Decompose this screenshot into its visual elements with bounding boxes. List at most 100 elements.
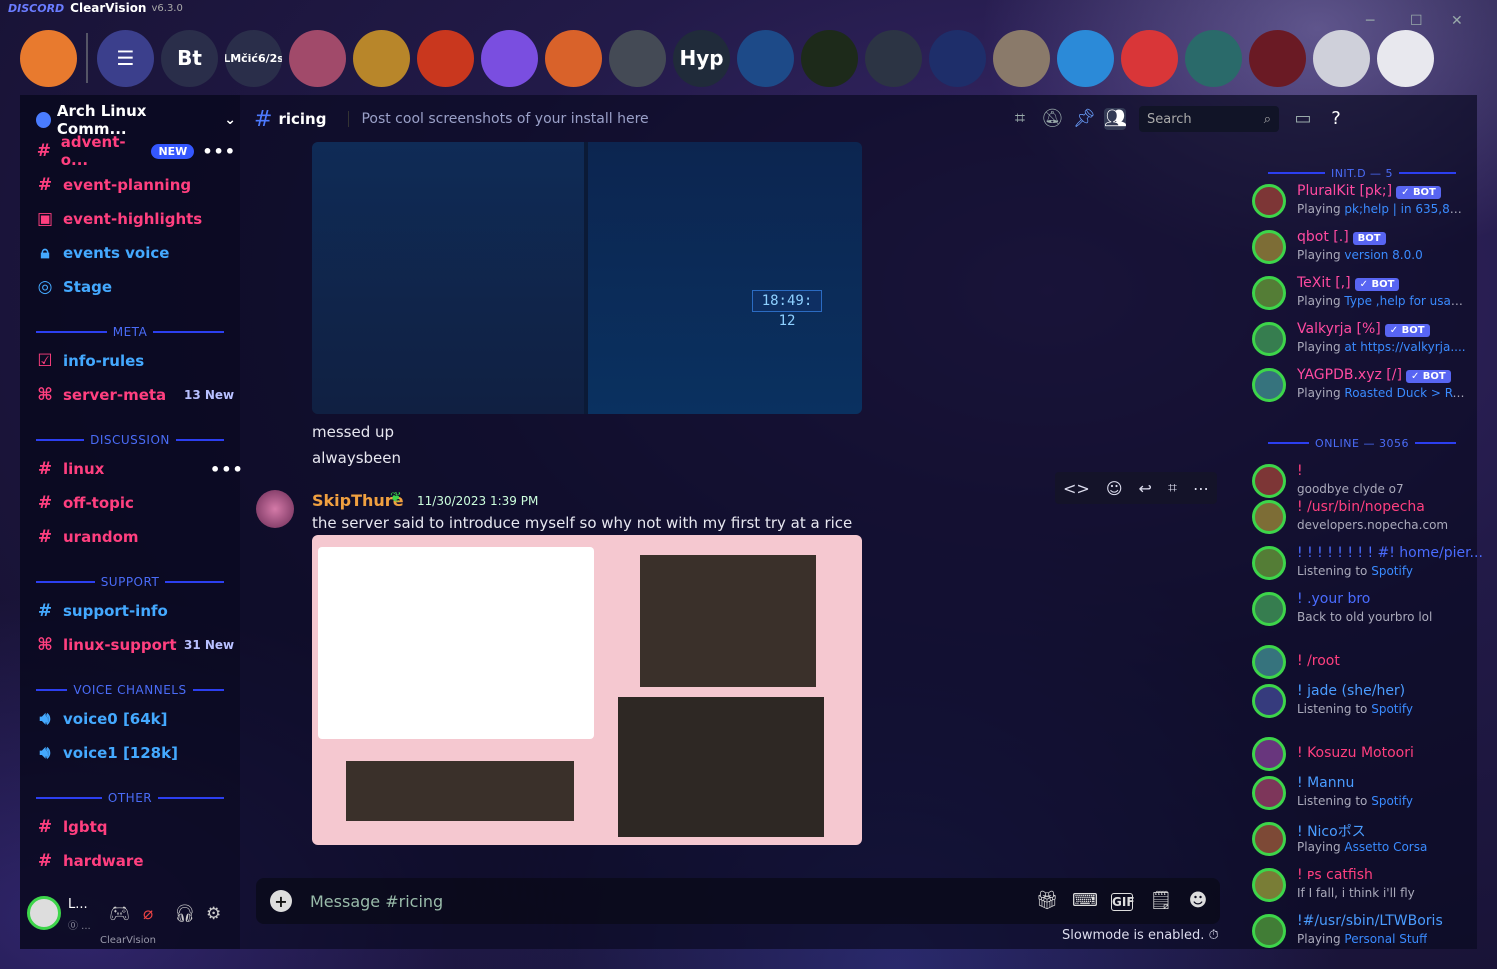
guild-server-19[interactable]	[1185, 29, 1242, 87]
channel-hardware[interactable]: # hardware	[36, 848, 236, 874]
inbox-icon[interactable]: ▭	[1292, 108, 1314, 130]
more-icon[interactable]: •••	[210, 460, 244, 479]
mute-icon[interactable]: ⌀	[143, 904, 153, 924]
gamepad-icon[interactable]: 🎮︎	[109, 904, 131, 924]
server-header[interactable]: Arch Linux Comm... ⌄	[36, 102, 236, 138]
more-icon[interactable]: ⋯	[1193, 479, 1209, 498]
thread-icon[interactable]: ⌗	[1168, 478, 1177, 498]
guild-folder[interactable]	[481, 29, 538, 87]
member-item[interactable]: ! Nicoポス Playing Assetto Corsa	[1252, 820, 1467, 860]
member-item[interactable]: ! .your bro Back to old yourbro lol	[1252, 590, 1467, 630]
member-item[interactable]: PluralKit [pk;] ✓ BOT Playing pk;help | in…	[1252, 182, 1467, 222]
code-icon[interactable]: <>	[1063, 479, 1090, 498]
member-name: ! jade (she/her)	[1297, 683, 1405, 699]
channel-event-planning[interactable]: # event-planning	[36, 172, 236, 198]
channel-off-topic[interactable]: # off-topic	[36, 490, 236, 516]
member-name: TeXit [,] ✓ BOT	[1297, 275, 1400, 291]
guild-server-1[interactable]	[20, 29, 77, 87]
category-other[interactable]: OTHER	[30, 791, 230, 805]
category-discussion[interactable]: DISCUSSION	[30, 433, 230, 447]
guild-server-9[interactable]	[545, 29, 602, 87]
member-name-text: TeXit [,]	[1297, 275, 1351, 291]
guild-server-15[interactable]	[929, 29, 986, 87]
channel-stage[interactable]: ◎ Stage	[36, 274, 236, 300]
guild-server-18[interactable]	[1121, 29, 1178, 87]
guild-server-17[interactable]	[1057, 29, 1114, 87]
guild-server-14[interactable]	[865, 29, 922, 87]
category-support[interactable]: SUPPORT	[30, 575, 230, 589]
channel-lgbtq[interactable]: # lgbtq	[36, 814, 236, 840]
message-input[interactable]	[310, 891, 910, 911]
guild-server-21[interactable]	[1313, 29, 1370, 87]
member-item[interactable]: qbot [.] BOT Playing version 8.0.0	[1252, 228, 1467, 268]
add-attachment-button[interactable]: +	[270, 890, 292, 912]
avatar[interactable]	[27, 896, 61, 930]
guild-server-22[interactable]	[1377, 29, 1434, 87]
mute-bell-icon[interactable]: 🔕︎	[1041, 108, 1064, 130]
guild-arch[interactable]	[609, 29, 666, 87]
member-name-text: qbot [.]	[1297, 229, 1349, 245]
channel-support-info[interactable]: # support-info	[36, 598, 236, 624]
gift-icon[interactable]: 🎁︎	[1035, 890, 1059, 911]
more-icon[interactable]: •••	[202, 142, 236, 161]
channel-info-rules[interactable]: ☑ info-rules	[36, 348, 236, 374]
threads-icon[interactable]: ⌗	[1009, 108, 1031, 130]
reply-icon[interactable]: ↩	[1139, 479, 1152, 498]
member-item[interactable]: ! Mannu Listening to Spotify	[1252, 774, 1467, 814]
member-item[interactable]: ! /root	[1252, 643, 1467, 683]
member-item[interactable]: ! ! ! ! ! ! ! ! #! home/pier... Listening…	[1252, 544, 1483, 584]
guild-lmcic[interactable]: LMčić6/2s	[225, 29, 282, 87]
add-reaction-icon[interactable]: ☺	[1106, 479, 1123, 498]
member-item[interactable]: TeXit [,] ✓ BOT Playing Type ,help for usa…	[1252, 274, 1467, 314]
channel-linux[interactable]: # linux •••	[36, 456, 243, 482]
member-item[interactable]: ! jade (she/her) Listening to Spotify	[1252, 682, 1467, 722]
channel-voice1[interactable]: 🔊︎ voice1 [128k]	[36, 740, 236, 766]
member-item[interactable]: ! Kosuzu Motoori	[1252, 735, 1467, 775]
members-icon[interactable]: 👥︎	[1104, 108, 1127, 130]
bot-badge: ✓ BOT	[1405, 370, 1451, 383]
guild-server-5[interactable]	[289, 29, 346, 87]
gif-button[interactable]: GIF	[1111, 893, 1135, 911]
search-box[interactable]: ⌕	[1139, 106, 1279, 132]
avatar	[1252, 776, 1286, 810]
channel-linux-support[interactable]: ⌘ linux-support 31 New	[36, 632, 236, 658]
channel-topic[interactable]: Post cool screenshots of your install he…	[348, 111, 649, 127]
channel-urandom[interactable]: # urandom	[36, 524, 236, 550]
sticker-icon[interactable]: 🗒︎	[1149, 890, 1173, 911]
gear-icon[interactable]: ⚙	[206, 904, 221, 924]
member-item[interactable]: YAGPDB.xyz [/] ✓ BOT Playing Roasted Duck …	[1252, 366, 1467, 406]
avatar[interactable]	[256, 490, 294, 528]
channel-events-voice[interactable]: 🔒︎ events voice	[36, 240, 236, 266]
guild-server-20[interactable]	[1249, 29, 1306, 87]
status-text: If I fall, i think i'll fly	[1297, 886, 1415, 900]
guild-server-12[interactable]	[737, 29, 794, 87]
category-meta[interactable]: META	[30, 325, 230, 339]
member-item[interactable]: Valkyrja [%] ✓ BOT Playing at https://valk…	[1252, 320, 1467, 360]
channel-server-meta[interactable]: ⌘ server-meta 13 New	[36, 382, 236, 408]
help-icon[interactable]: ?	[1325, 108, 1347, 130]
member-item[interactable]: ! ᴘs catfish If I fall, i think i'll fly	[1252, 866, 1467, 906]
channel-event-highlights[interactable]: ▣ event-highlights	[36, 206, 236, 232]
guild-server-7[interactable]	[417, 29, 474, 87]
member-item[interactable]: !#/usr/sbin/LTWBoris Playing Personal Stu…	[1252, 912, 1467, 952]
headphones-icon[interactable]: 🎧︎	[174, 904, 196, 924]
channel-voice0[interactable]: 🔊︎ voice0 [64k]	[36, 706, 236, 732]
guild-hypr[interactable]: Hyp	[673, 29, 730, 87]
avatar	[1252, 914, 1286, 948]
member-item[interactable]: ! /usr/bin/nopecha developers.nopecha.com	[1252, 498, 1467, 538]
emoji-icon[interactable]: ☻	[1186, 890, 1210, 911]
channel-label: advent-o...	[60, 133, 126, 169]
guild-server-13[interactable]	[801, 29, 858, 87]
search-input[interactable]	[1147, 111, 1247, 127]
keyboard-icon[interactable]: ⌨	[1072, 890, 1098, 911]
guild-home[interactable]: ☰	[97, 29, 154, 87]
guild-bt[interactable]: Bt	[161, 29, 218, 87]
guild-server-6[interactable]	[353, 29, 410, 87]
pin-icon[interactable]: 📌︎	[1073, 108, 1096, 130]
channel-advent[interactable]: # advent-o... NEW •••	[36, 133, 236, 169]
attachment-image-1[interactable]: 18:49: 12	[312, 142, 862, 414]
category-voice[interactable]: VOICE CHANNELS	[30, 683, 230, 697]
member-item[interactable]: ! goodbye clyde o7	[1252, 462, 1467, 502]
guild-server-16[interactable]	[993, 29, 1050, 87]
attachment-image-2[interactable]	[312, 535, 862, 845]
